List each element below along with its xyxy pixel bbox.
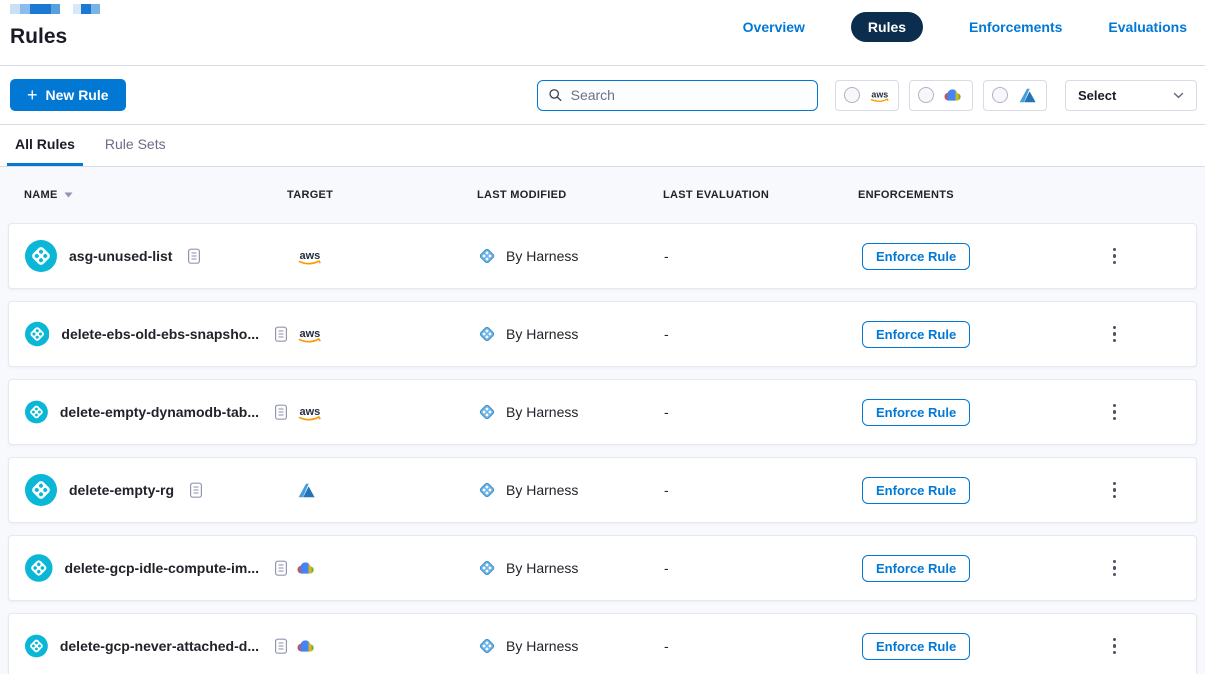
row-menu-kebab-icon[interactable] [1105,244,1125,269]
row-menu-kebab-icon[interactable] [1105,634,1125,659]
table-row[interactable]: delete-empty-dynamodb-tab... By Harness … [8,379,1197,445]
row-menu-kebab-icon[interactable] [1105,478,1125,503]
enforce-rule-button[interactable]: Enforce Rule [862,321,970,348]
last-evaluation-value: - [664,638,859,654]
chevron-down-icon [1173,92,1184,99]
nav-rules-active[interactable]: Rules [851,12,923,42]
harness-icon [478,559,496,577]
tab-all-rules[interactable]: All Rules [7,125,83,166]
gcp-radio[interactable] [918,87,934,103]
rule-name: delete-ebs-old-ebs-snapsho... [61,326,259,342]
enforce-rule-button[interactable]: Enforce Rule [862,633,970,660]
search-box[interactable] [537,80,818,111]
rule-icon [25,240,57,272]
gcp-icon [943,87,962,103]
filter-chip-azure[interactable] [983,80,1047,111]
last-modified-text: By Harness [506,326,578,342]
plus-icon: + [27,86,38,104]
copy-icon[interactable] [187,248,201,265]
filter-chip-gcp[interactable] [909,80,973,111]
rules-tabs: All Rules Rule Sets [0,125,1205,167]
last-evaluation-value: - [664,248,859,264]
enforce-rule-button[interactable]: Enforce Rule [862,399,970,426]
rule-name: delete-gcp-idle-compute-im... [65,560,259,576]
toolbar: + New Rule Select [0,66,1205,125]
gcp-target-icon [296,560,315,576]
cloud-select-dropdown[interactable]: Select [1065,80,1197,111]
aws-target-icon [296,248,323,265]
gcp-target-icon [296,638,315,654]
harness-icon [478,247,496,265]
table-header-row: NAME TARGET LAST MODIFIED LAST EVALUATIO… [0,167,1205,223]
harness-icon [478,325,496,343]
table-row[interactable]: delete-ebs-old-ebs-snapsho... By Harness… [8,301,1197,367]
copy-icon[interactable] [274,326,288,343]
filter-chip-aws[interactable] [835,80,899,111]
enforce-rule-button[interactable]: Enforce Rule [862,243,970,270]
aws-radio[interactable] [844,87,860,103]
nav-overview[interactable]: Overview [743,19,805,35]
last-modified-text: By Harness [506,248,578,264]
last-evaluation-value: - [664,404,859,420]
last-modified-text: By Harness [506,560,578,576]
page-header: Rules Overview Rules Enforcements Evalua… [0,0,1205,66]
copy-icon[interactable] [274,638,288,655]
azure-radio[interactable] [992,87,1008,103]
harness-icon [478,481,496,499]
last-evaluation-value: - [664,326,859,342]
last-modified-text: By Harness [506,638,578,654]
rule-name: delete-empty-rg [69,482,174,498]
column-header-enforcements: ENFORCEMENTS [858,189,1048,201]
rule-icon [25,474,57,506]
table-row[interactable]: delete-gcp-never-attached-d... By Harnes… [8,613,1197,674]
column-header-last-modified: LAST MODIFIED [465,189,663,201]
last-modified-text: By Harness [506,404,578,420]
azure-icon [1017,87,1037,104]
search-icon [548,87,563,103]
sort-caret-icon[interactable] [64,192,73,198]
enforce-rule-button[interactable]: Enforce Rule [862,555,970,582]
nav-evaluations[interactable]: Evaluations [1108,19,1187,35]
column-header-target: TARGET [287,189,465,201]
rule-name: delete-gcp-never-attached-d... [60,638,259,654]
last-evaluation-value: - [664,482,859,498]
rule-icon [25,630,48,662]
rule-icon [25,318,49,350]
last-evaluation-value: - [664,560,859,576]
enforce-rule-button[interactable]: Enforce Rule [862,477,970,504]
table-row[interactable]: delete-gcp-idle-compute-im... By Harness… [8,535,1197,601]
rules-table: NAME TARGET LAST MODIFIED LAST EVALUATIO… [0,167,1205,674]
row-menu-kebab-icon[interactable] [1105,400,1125,425]
last-modified-text: By Harness [506,482,578,498]
row-menu-kebab-icon[interactable] [1105,322,1125,347]
copy-icon[interactable] [274,404,288,421]
table-row[interactable]: delete-empty-rg By Harness - Enforce Rul… [8,457,1197,523]
table-row[interactable]: asg-unused-list By Harness - Enforce Rul… [8,223,1197,289]
column-header-name[interactable]: NAME [24,189,287,201]
page-title: Rules [10,25,67,49]
harness-icon [478,403,496,421]
aws-target-icon [296,404,323,421]
aws-target-icon [296,326,323,343]
row-menu-kebab-icon[interactable] [1105,556,1125,581]
harness-icon [478,637,496,655]
top-navigation: Overview Rules Enforcements Evaluations [743,12,1187,42]
copy-icon[interactable] [189,482,203,499]
search-input[interactable] [571,87,807,103]
breadcrumb-skeleton [10,4,100,14]
provider-filter-group [835,80,1047,111]
nav-enforcements[interactable]: Enforcements [969,19,1062,35]
copy-icon[interactable] [274,560,288,577]
rule-icon [25,396,48,428]
rule-icon [25,552,53,584]
rule-name: delete-empty-dynamodb-tab... [60,404,259,420]
tab-rule-sets[interactable]: Rule Sets [97,125,174,166]
column-header-last-evaluation: LAST EVALUATION [663,189,858,201]
azure-target-icon [296,482,316,499]
aws-icon [869,87,890,104]
new-rule-button[interactable]: + New Rule [10,79,126,111]
rule-name: asg-unused-list [69,248,172,264]
